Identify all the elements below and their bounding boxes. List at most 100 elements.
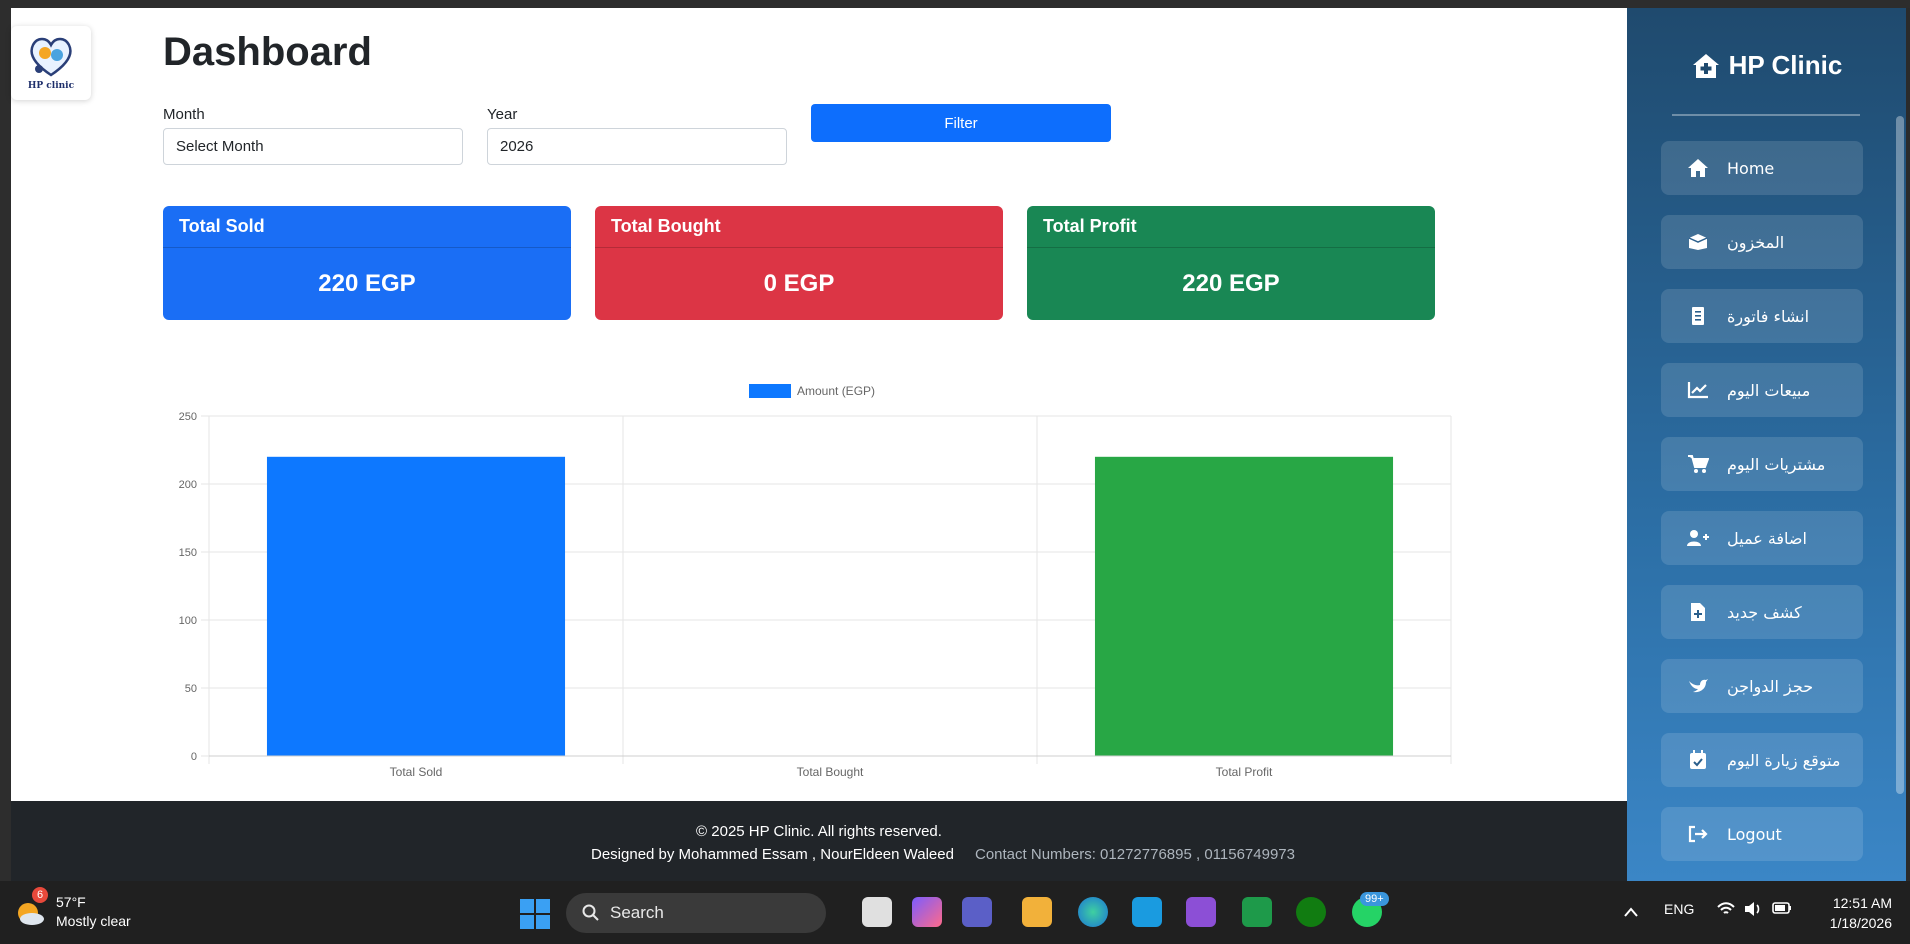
card-title: Total Profit bbox=[1027, 206, 1435, 248]
app-icon[interactable] bbox=[1186, 897, 1216, 927]
taskbar-search[interactable]: Search bbox=[566, 893, 826, 933]
card-value: 220 EGP bbox=[1182, 270, 1280, 297]
sidebar-item-label: كشف جديد bbox=[1727, 602, 1802, 622]
filter-button[interactable]: Filter bbox=[811, 104, 1111, 142]
task-view-icon[interactable] bbox=[862, 897, 892, 927]
file-explorer-icon[interactable] bbox=[1022, 897, 1052, 927]
y-tick-label: 50 bbox=[185, 683, 197, 695]
taskbar: 6 57°F Mostly clear Search 99+ ENG 12:51… bbox=[0, 881, 1910, 944]
page-title: Dashboard bbox=[163, 30, 372, 74]
y-tick-label: 150 bbox=[179, 547, 197, 559]
total-profit-card: Total Profit 220 EGP bbox=[1027, 206, 1435, 320]
chart-canvas: 0 50 100 150 200 250 Total Sold Total Bought Tot… bbox=[179, 411, 1452, 779]
box-icon bbox=[1685, 233, 1711, 251]
copilot-icon[interactable] bbox=[912, 897, 942, 927]
chart-line-icon bbox=[1685, 381, 1711, 399]
receipt-icon bbox=[1685, 306, 1711, 326]
home-icon bbox=[1685, 158, 1711, 178]
sidebar-item-label: حجز الدواجن bbox=[1727, 676, 1814, 696]
sidebar-item-label: اضافة عميل bbox=[1727, 528, 1807, 548]
cart-icon bbox=[1685, 454, 1711, 474]
volume-icon[interactable] bbox=[1744, 901, 1762, 917]
sidebar-scrollbar[interactable] bbox=[1896, 116, 1904, 794]
clock[interactable]: 12:51 AM 1/18/2026 bbox=[1800, 893, 1892, 933]
notification-badge: 99+ bbox=[1360, 892, 1389, 906]
sidebar-item-add-client[interactable]: اضافة عميل bbox=[1661, 511, 1863, 565]
year-input[interactable]: 2026 bbox=[487, 128, 787, 165]
footer-designers: Designed by Mohammed Essam , NourEldeen … bbox=[591, 846, 954, 863]
language-indicator[interactable]: ENG bbox=[1664, 901, 1694, 917]
temperature: 57°F bbox=[56, 894, 86, 910]
heart-logo-icon bbox=[30, 37, 72, 77]
time: 12:51 AM bbox=[1832, 895, 1892, 911]
sidebar-item-label: Logout bbox=[1727, 824, 1782, 844]
date: 1/18/2026 bbox=[1829, 915, 1892, 931]
sidebar-item-poultry-booking[interactable]: حجز الدواجن bbox=[1661, 659, 1863, 713]
main-content: HP clinic Dashboard Month Select Month Y… bbox=[11, 8, 1627, 801]
sidebar-item-today-purchases[interactable]: مشتريات اليوم bbox=[1661, 437, 1863, 491]
brand-name: HP Clinic bbox=[1728, 50, 1843, 80]
total-sold-card: Total Sold 220 EGP bbox=[163, 206, 571, 320]
y-tick-label: 200 bbox=[179, 479, 197, 491]
sidebar-item-expected-visits[interactable]: متوقع زيارة اليوم bbox=[1661, 733, 1863, 787]
card-title: Total Sold bbox=[163, 206, 571, 248]
window-top-border bbox=[0, 0, 1910, 8]
sidebar-item-logout[interactable]: Logout bbox=[1661, 807, 1863, 861]
chevron-up-icon[interactable] bbox=[1624, 907, 1638, 917]
month-select[interactable]: Select Month bbox=[163, 128, 463, 165]
weather-badge: 6 bbox=[32, 887, 48, 903]
sidebar: HP Clinic Home المخزون انشاء فاتورة مبيع… bbox=[1627, 8, 1906, 881]
x-tick-label: Total Sold bbox=[390, 765, 443, 779]
teams-icon[interactable] bbox=[962, 897, 992, 927]
year-label: Year bbox=[487, 106, 518, 123]
total-bought-card: Total Bought 0 EGP bbox=[595, 206, 1003, 320]
month-label: Month bbox=[163, 106, 205, 123]
card-title: Total Bought bbox=[595, 206, 1003, 248]
y-tick-label: 0 bbox=[191, 751, 197, 763]
x-tick-label: Total Bought bbox=[797, 765, 864, 779]
sidebar-item-label: متوقع زيارة اليوم bbox=[1727, 750, 1841, 770]
sidebar-item-home[interactable]: Home bbox=[1661, 141, 1863, 195]
window-left-border bbox=[0, 8, 11, 881]
sidebar-brand[interactable]: HP Clinic bbox=[1627, 50, 1906, 81]
edge-browser-icon[interactable] bbox=[1078, 897, 1108, 927]
chart-legend[interactable]: Amount (EGP) bbox=[749, 384, 875, 398]
sidebar-item-today-sales[interactable]: مبيعات اليوم bbox=[1661, 363, 1863, 417]
search-icon bbox=[582, 904, 599, 921]
bar-chart: Amount (EGP) 0 50 100 150 200 250 Total Sold To… bbox=[151, 378, 1461, 788]
footer-copyright: © 2025 HP Clinic. All rights reserved. bbox=[696, 823, 942, 840]
y-tick-label: 100 bbox=[179, 615, 197, 627]
wifi-icon[interactable] bbox=[1716, 901, 1736, 917]
bar bbox=[1094, 456, 1394, 756]
legend-swatch bbox=[749, 384, 791, 398]
card-value: 220 EGP bbox=[318, 270, 416, 297]
logo-text: HP clinic bbox=[27, 81, 75, 91]
user-plus-icon bbox=[1685, 529, 1711, 547]
weather-condition: Mostly clear bbox=[56, 913, 131, 929]
store-icon[interactable] bbox=[1132, 897, 1162, 927]
sidebar-item-new-exam[interactable]: كشف جديد bbox=[1661, 585, 1863, 639]
bar bbox=[266, 456, 566, 756]
sidebar-item-create-invoice[interactable]: انشاء فاتورة bbox=[1661, 289, 1863, 343]
battery-icon[interactable] bbox=[1772, 901, 1792, 915]
logout-icon bbox=[1685, 825, 1711, 843]
weather-widget[interactable]: 6 57°F Mostly clear bbox=[14, 887, 131, 931]
meet-icon[interactable] bbox=[1242, 897, 1272, 927]
y-tick-label: 250 bbox=[179, 411, 197, 423]
sidebar-item-label: مشتريات اليوم bbox=[1727, 454, 1826, 474]
sidebar-divider bbox=[1672, 114, 1860, 116]
footer: © 2025 HP Clinic. All rights reserved. D… bbox=[11, 801, 1627, 881]
calendar-check-icon bbox=[1685, 750, 1711, 770]
windows-start-icon[interactable] bbox=[520, 899, 550, 929]
sidebar-item-inventory[interactable]: المخزون bbox=[1661, 215, 1863, 269]
sidebar-item-label: مبيعات اليوم bbox=[1727, 380, 1811, 400]
legend-label: Amount (EGP) bbox=[797, 384, 876, 398]
x-tick-label: Total Profit bbox=[1216, 765, 1273, 779]
footer-contacts: Contact Numbers: 01272776895 , 011567499… bbox=[975, 846, 1295, 863]
clinic-house-icon bbox=[1692, 53, 1719, 78]
file-plus-icon bbox=[1685, 602, 1711, 622]
xbox-icon[interactable] bbox=[1296, 897, 1326, 927]
search-label: Search bbox=[610, 903, 664, 922]
sidebar-item-label: المخزون bbox=[1727, 232, 1785, 252]
clinic-logo[interactable]: HP clinic bbox=[11, 26, 91, 100]
